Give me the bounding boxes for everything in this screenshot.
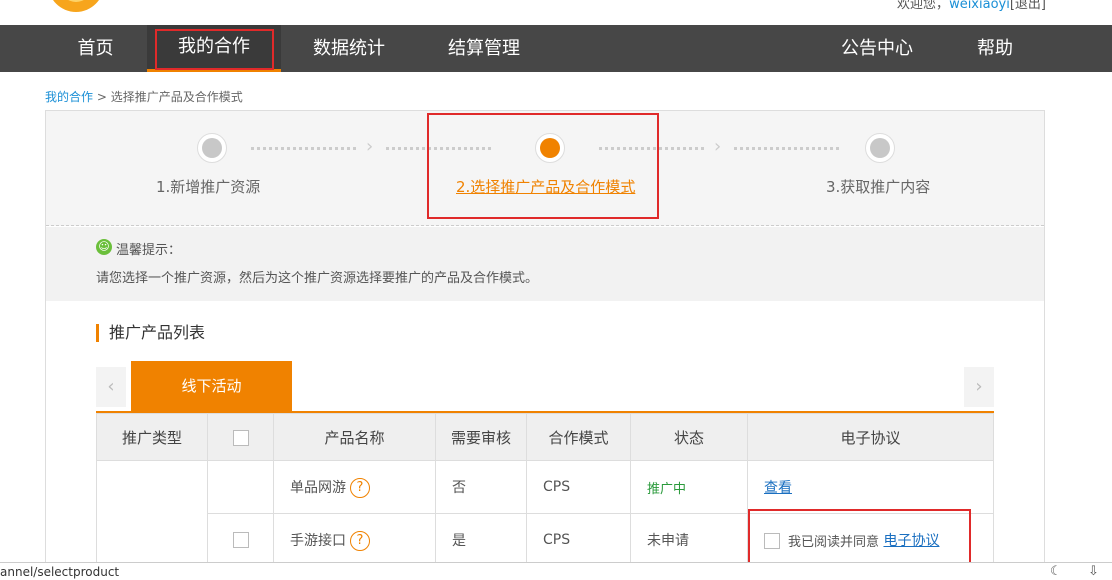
product-name: 手游接口 [290, 532, 346, 549]
row-checkbox[interactable] [232, 532, 249, 548]
help-question-icon[interactable]: ? [350, 530, 370, 551]
tab-bar: ‹ 线下活动 › [96, 361, 994, 413]
header-product-name: 产品名称 [273, 413, 436, 461]
header-select-all [207, 413, 274, 461]
status-cell: 未申请 [630, 513, 748, 567]
nav-settlement[interactable]: 结算管理 [425, 25, 543, 72]
header-agreement: 电子协议 [747, 413, 994, 461]
page: 欢迎您，weixiaoyi[退出] 首页 我的合作 数据统计 结算管理 公告中心… [0, 0, 1112, 580]
welcome-prefix: 欢迎您， [897, 0, 950, 12]
section-title: 推广产品列表 [96, 324, 205, 342]
product-table: 推广类型 产品名称 需要审核 合作模式 状态 电子协议 单品网游? 否 CPS … [96, 413, 994, 567]
step-2-dot-icon [535, 133, 565, 163]
step-connector [734, 147, 839, 150]
browser-status-bar: annel/selectproduct ☾ ⇩ [0, 562, 1112, 580]
header-promo-type: 推广类型 [96, 413, 208, 461]
select-all-checkbox[interactable] [232, 429, 249, 446]
agreement-cell: 查看 [747, 460, 994, 514]
select-cell [207, 460, 274, 514]
chevron-right-icon: › [366, 136, 374, 157]
nav-my-cooperation[interactable]: 我的合作 [147, 25, 281, 72]
logout-link[interactable]: [退出] [1010, 0, 1046, 12]
table-row: 单品网游? 否 CPS 推广中 查看 [96, 460, 994, 567]
table-row: 手游接口? 是 CPS 未申请 我已阅读并同意 电子协议 [97, 513, 994, 567]
agree-checkbox[interactable] [764, 532, 780, 549]
welcome-text: 欢迎您，weixiaoyi[退出] [897, 0, 1046, 12]
step-progress: › › 1.新增推广资源 2.选择推广产品及合作模式 3.获取推广内容 [46, 111, 1044, 226]
product-cell: 手游接口? [273, 513, 436, 567]
moon-icon[interactable]: ☾ [1050, 564, 1062, 579]
username-link[interactable]: weixiaoyi [949, 0, 1010, 12]
header-needs-review: 需要审核 [435, 413, 527, 461]
tip-box: ☺ 温馨提示： 请您选择一个推广资源，然后为这个推广资源选择要推广的产品及合作模… [46, 227, 1044, 301]
status-url: annel/selectproduct [0, 565, 120, 579]
status-cell: 推广中 [630, 460, 748, 514]
product-cell: 单品网游? [273, 460, 436, 514]
step-3-label: 3.获取推广内容 [826, 178, 931, 196]
breadcrumb-link[interactable]: 我的合作 [45, 90, 93, 104]
smile-icon: ☺ [96, 239, 112, 255]
breadcrumb: 我的合作 > 选择推广产品及合作模式 [45, 88, 243, 105]
step-connector [251, 147, 356, 150]
step-2-label[interactable]: 2.选择推广产品及合作模式 [456, 176, 635, 197]
chevron-right-icon[interactable]: › [964, 367, 994, 407]
step-connector [386, 147, 491, 150]
table-header-row: 推广类型 产品名称 需要审核 合作模式 状态 电子协议 [96, 413, 994, 461]
tip-title: 温馨提示： [116, 243, 182, 258]
nav-announcements[interactable]: 公告中心 [818, 25, 936, 72]
agreement-link[interactable]: 电子协议 [883, 533, 939, 549]
site-logo[interactable] [48, 0, 104, 12]
nav-help[interactable]: 帮助 [955, 25, 1035, 72]
chevron-right-icon: › [714, 136, 722, 157]
review-cell: 是 [435, 513, 527, 567]
review-cell: 否 [435, 460, 527, 514]
chevron-left-icon[interactable]: ‹ [96, 367, 126, 407]
header-mode: 合作模式 [526, 413, 631, 461]
top-strip: 欢迎您，weixiaoyi[退出] [0, 0, 1112, 25]
step-3-dot-icon [865, 133, 895, 163]
main-panel: › › 1.新增推广资源 2.选择推广产品及合作模式 3.获取推广内容 ☺ 温馨… [45, 110, 1045, 580]
status-badge: 推广中 [647, 481, 687, 497]
step-1-label: 1.新增推广资源 [156, 178, 261, 196]
tip-text: 请您选择一个推广资源，然后为这个推广资源选择要推广的产品及合作模式。 [96, 271, 539, 286]
breadcrumb-current: 选择推广产品及合作模式 [110, 90, 243, 104]
main-nav: 首页 我的合作 数据统计 结算管理 公告中心 帮助 [0, 25, 1112, 72]
nav-home[interactable]: 首页 [48, 25, 143, 72]
help-question-icon[interactable]: ? [350, 477, 370, 498]
header-status: 状态 [630, 413, 748, 461]
step-1-dot-icon [197, 133, 227, 163]
product-name: 单品网游 [290, 479, 346, 496]
view-agreement-link[interactable]: 查看 [764, 480, 792, 496]
mode-cell: CPS [526, 513, 631, 567]
tab-offline-activity[interactable]: 线下活动 [131, 361, 292, 411]
select-cell [207, 513, 274, 567]
breadcrumb-separator: > [93, 90, 111, 104]
promo-type-cell [96, 460, 208, 567]
step-connector [599, 147, 704, 150]
nav-data-stats[interactable]: 数据统计 [290, 25, 408, 72]
download-icon[interactable]: ⇩ [1088, 564, 1099, 579]
mode-cell: CPS [526, 460, 631, 514]
agree-text: 我已阅读并同意 [788, 535, 880, 551]
agreement-cell: 我已阅读并同意 电子协议 [747, 513, 994, 567]
